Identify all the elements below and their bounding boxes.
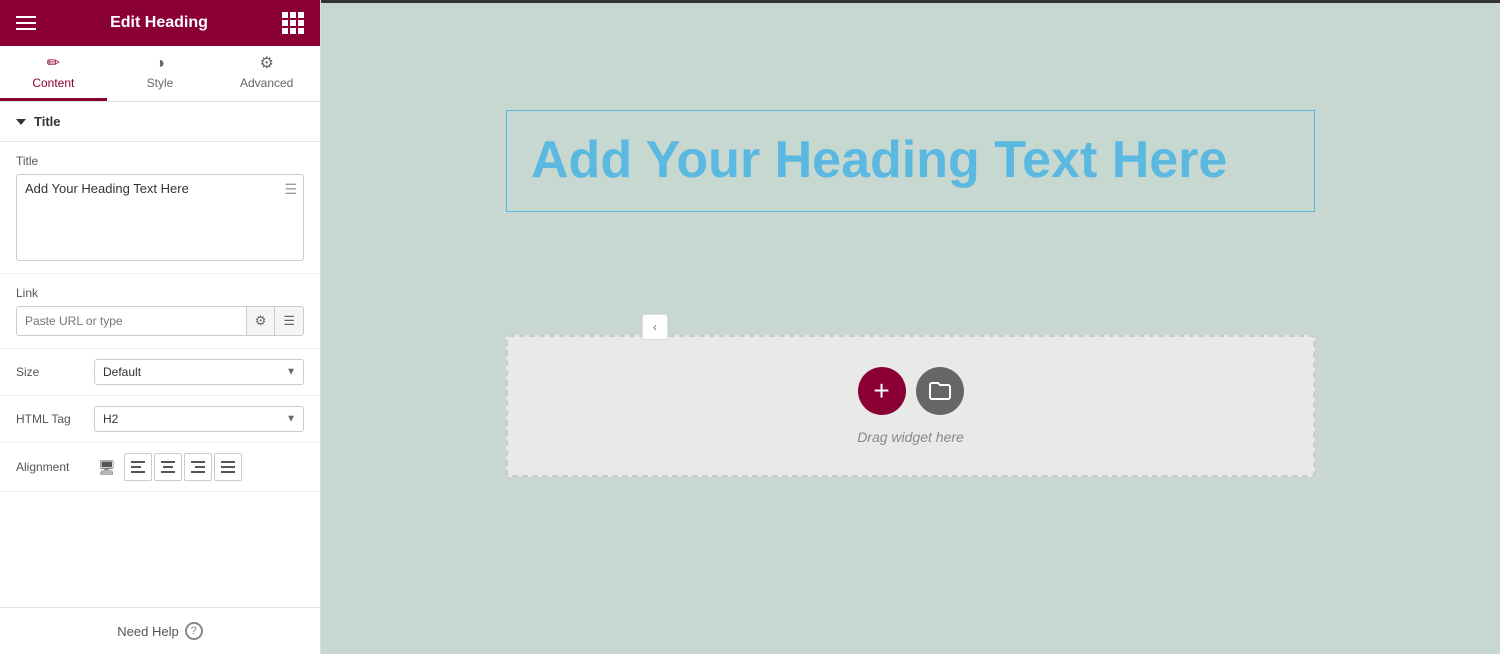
style-icon: ◑: [155, 56, 165, 72]
tab-content[interactable]: ✏ Content: [0, 46, 107, 101]
link-input[interactable]: [17, 308, 246, 334]
size-label: Size: [16, 365, 86, 379]
panel-header: Edit Heading: [0, 0, 320, 46]
link-label: Link: [16, 286, 304, 300]
panel-footer: Need Help ?: [0, 607, 320, 654]
grid-icon[interactable]: [282, 12, 304, 34]
alignment-field-row: Alignment 🖥: [0, 443, 320, 492]
heading-display-text: Add Your Heading Text Here: [531, 131, 1290, 191]
tab-advanced-label: Advanced: [240, 76, 293, 90]
canvas-top-line: [321, 0, 1500, 3]
link-dynamic-icon[interactable]: ☰: [274, 307, 303, 335]
chevron-down-icon[interactable]: [16, 119, 26, 125]
html-tag-select-wrap: H1 H2 H3 H4 H5 H6 div span p ▼: [94, 406, 304, 432]
panel-tabs: ✏ Content ◑ Style ⚙ Advanced: [0, 46, 320, 102]
gear-icon: ⚙: [260, 56, 274, 72]
link-settings-icon[interactable]: ⚙: [246, 307, 275, 335]
pencil-icon: ✏: [47, 56, 60, 72]
tab-advanced[interactable]: ⚙ Advanced: [213, 46, 320, 101]
help-icon[interactable]: ?: [185, 622, 203, 640]
drag-widget-text: Drag widget here: [857, 429, 964, 445]
main-canvas: Add Your Heading Text Here + Drag widget…: [321, 0, 1500, 654]
size-select[interactable]: Default Small Medium Large XL XXL: [94, 359, 304, 385]
title-label: Title: [16, 154, 304, 168]
collapse-panel-button[interactable]: ‹: [642, 314, 668, 340]
align-right-button[interactable]: [184, 453, 212, 481]
align-center-button[interactable]: [154, 453, 182, 481]
heading-widget[interactable]: Add Your Heading Text Here: [506, 110, 1315, 212]
link-input-wrap: ⚙ ☰: [16, 306, 304, 336]
size-select-wrap: Default Small Medium Large XL XXL ▼: [94, 359, 304, 385]
size-field-row: Size Default Small Medium Large XL XXL ▼: [0, 349, 320, 396]
left-panel: Edit Heading ✏ Content ◑ Style ⚙ Advance…: [0, 0, 321, 654]
link-field-section: Link ⚙ ☰: [0, 274, 320, 349]
drag-widget-area[interactable]: + Drag widget here: [506, 335, 1315, 477]
align-left-button[interactable]: [124, 453, 152, 481]
tab-style[interactable]: ◑ Style: [107, 46, 214, 101]
panel-title: Edit Heading: [110, 14, 208, 32]
align-justify-button[interactable]: [214, 453, 242, 481]
drag-action-buttons: +: [858, 367, 964, 415]
folder-widget-button[interactable]: [916, 367, 964, 415]
section-title: Title: [0, 102, 320, 142]
html-tag-select[interactable]: H1 H2 H3 H4 H5 H6 div span p: [94, 406, 304, 432]
text-align-icon[interactable]: ☰: [284, 181, 297, 198]
alignment-buttons: [124, 453, 242, 481]
panel-body: Title Title ☰ Link ⚙ ☰ Size Default: [0, 102, 320, 607]
need-help-label: Need Help: [117, 624, 178, 639]
hamburger-icon[interactable]: [16, 16, 36, 30]
html-tag-label: HTML Tag: [16, 412, 86, 426]
title-textarea-wrap: ☰: [16, 174, 304, 261]
section-title-text: Title: [34, 114, 61, 129]
title-textarea[interactable]: [17, 175, 303, 255]
tab-content-label: Content: [32, 76, 74, 90]
title-field-section: Title ☰: [0, 142, 320, 274]
responsive-icon: 🖥: [98, 459, 116, 476]
tab-style-label: Style: [147, 76, 174, 90]
alignment-label: Alignment: [16, 460, 86, 474]
html-tag-field-row: HTML Tag H1 H2 H3 H4 H5 H6 div span p ▼: [0, 396, 320, 443]
add-widget-button[interactable]: +: [858, 367, 906, 415]
